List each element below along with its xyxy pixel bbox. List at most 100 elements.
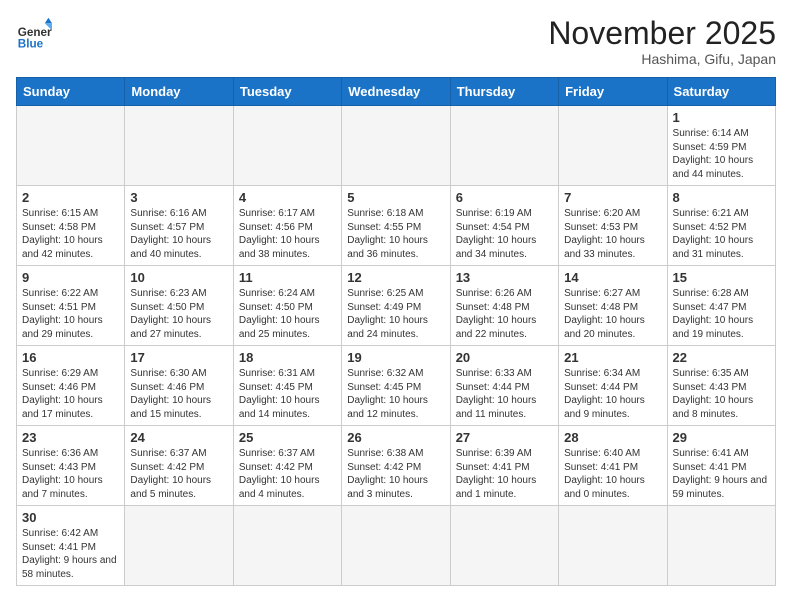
calendar-cell: 18Sunrise: 6:31 AM Sunset: 4:45 PM Dayli…	[233, 346, 341, 426]
day-number: 6	[456, 190, 553, 205]
calendar-cell	[125, 506, 233, 586]
calendar-cell: 3 Sunrise: 6:16 AM Sunset: 4:57 PM Daylig…	[125, 186, 233, 266]
calendar-cell: 30Sunrise: 6:42 AM Sunset: 4:41 PM Dayli…	[17, 506, 125, 586]
day-info: Sunrise: 6:16 AM Sunset: 4:57 PM Dayligh…	[130, 207, 227, 261]
weekday-header-wednesday: Wednesday	[342, 78, 450, 106]
header: General Blue November 2025 Hashima, Gifu…	[16, 16, 776, 67]
calendar-cell	[233, 506, 341, 586]
day-number: 3	[130, 190, 227, 205]
day-info: Sunrise: 6:20 AM Sunset: 4:53 PM Dayligh…	[564, 207, 661, 261]
day-number: 16	[22, 350, 119, 365]
calendar-week-row: 16 Sunrise: 6:29 AM Sunset: 4:46 PM Dayli…	[17, 346, 776, 426]
day-info: Sunrise: 6:42 AM Sunset: 4:41 PM Dayligh…	[22, 527, 119, 581]
calendar-cell: 11Sunrise: 6:24 AM Sunset: 4:50 PM Dayli…	[233, 266, 341, 346]
calendar-week-row: 1 Sunrise: 6:14 AM Sunset: 4:59 PM Daylig…	[17, 106, 776, 186]
calendar: SundayMondayTuesdayWednesdayThursdayFrid…	[16, 77, 776, 586]
day-info: Sunrise: 6:39 AM Sunset: 4:41 PM Dayligh…	[456, 447, 553, 501]
day-info: Sunrise: 6:14 AM Sunset: 4:59 PM Dayligh…	[673, 127, 770, 181]
day-number: 17	[130, 350, 227, 365]
weekday-header-sunday: Sunday	[17, 78, 125, 106]
day-info: Sunrise: 6:23 AM Sunset: 4:50 PM Dayligh…	[130, 287, 227, 341]
calendar-cell: 4 Sunrise: 6:17 AM Sunset: 4:56 PM Daylig…	[233, 186, 341, 266]
day-info: Sunrise: 6:40 AM Sunset: 4:41 PM Dayligh…	[564, 447, 661, 501]
calendar-cell: 5Sunrise: 6:18 AM Sunset: 4:55 PM Daylig…	[342, 186, 450, 266]
day-number: 18	[239, 350, 336, 365]
calendar-cell: 16 Sunrise: 6:29 AM Sunset: 4:46 PM Dayli…	[17, 346, 125, 426]
day-number: 28	[564, 430, 661, 445]
day-number: 26	[347, 430, 444, 445]
calendar-cell: 12Sunrise: 6:25 AM Sunset: 4:49 PM Dayli…	[342, 266, 450, 346]
calendar-cell: 15 Sunrise: 6:28 AM Sunset: 4:47 PM Dayli…	[667, 266, 775, 346]
day-info: Sunrise: 6:26 AM Sunset: 4:48 PM Dayligh…	[456, 287, 553, 341]
day-info: Sunrise: 6:19 AM Sunset: 4:54 PM Dayligh…	[456, 207, 553, 261]
day-info: Sunrise: 6:37 AM Sunset: 4:42 PM Dayligh…	[130, 447, 227, 501]
day-number: 13	[456, 270, 553, 285]
weekday-header-tuesday: Tuesday	[233, 78, 341, 106]
calendar-cell	[450, 506, 558, 586]
day-number: 2	[22, 190, 119, 205]
day-number: 25	[239, 430, 336, 445]
day-info: Sunrise: 6:28 AM Sunset: 4:47 PM Dayligh…	[673, 287, 770, 341]
svg-text:Blue: Blue	[18, 38, 44, 51]
calendar-cell: 22 Sunrise: 6:35 AM Sunset: 4:43 PM Dayli…	[667, 346, 775, 426]
calendar-cell: 9 Sunrise: 6:22 AM Sunset: 4:51 PM Daylig…	[17, 266, 125, 346]
calendar-cell: 1 Sunrise: 6:14 AM Sunset: 4:59 PM Daylig…	[667, 106, 775, 186]
weekday-header-saturday: Saturday	[667, 78, 775, 106]
calendar-cell: 23Sunrise: 6:36 AM Sunset: 4:43 PM Dayli…	[17, 426, 125, 506]
weekday-header-friday: Friday	[559, 78, 667, 106]
calendar-cell: 19 Sunrise: 6:32 AM Sunset: 4:45 PM Dayli…	[342, 346, 450, 426]
calendar-cell: 6 Sunrise: 6:19 AM Sunset: 4:54 PM Daylig…	[450, 186, 558, 266]
day-info: Sunrise: 6:32 AM Sunset: 4:45 PM Dayligh…	[347, 367, 444, 421]
calendar-cell	[233, 106, 341, 186]
day-info: Sunrise: 6:34 AM Sunset: 4:44 PM Dayligh…	[564, 367, 661, 421]
calendar-week-row: 23Sunrise: 6:36 AM Sunset: 4:43 PM Dayli…	[17, 426, 776, 506]
day-info: Sunrise: 6:29 AM Sunset: 4:46 PM Dayligh…	[22, 367, 119, 421]
calendar-cell: 8Sunrise: 6:21 AM Sunset: 4:52 PM Daylig…	[667, 186, 775, 266]
day-number: 8	[673, 190, 770, 205]
day-info: Sunrise: 6:38 AM Sunset: 4:42 PM Dayligh…	[347, 447, 444, 501]
day-info: Sunrise: 6:36 AM Sunset: 4:43 PM Dayligh…	[22, 447, 119, 501]
day-number: 9	[22, 270, 119, 285]
day-info: Sunrise: 6:22 AM Sunset: 4:51 PM Dayligh…	[22, 287, 119, 341]
weekday-header-thursday: Thursday	[450, 78, 558, 106]
day-number: 29	[673, 430, 770, 445]
day-number: 20	[456, 350, 553, 365]
day-number: 22	[673, 350, 770, 365]
calendar-cell: 2Sunrise: 6:15 AM Sunset: 4:58 PM Daylig…	[17, 186, 125, 266]
calendar-cell: 20Sunrise: 6:33 AM Sunset: 4:44 PM Dayli…	[450, 346, 558, 426]
day-info: Sunrise: 6:17 AM Sunset: 4:56 PM Dayligh…	[239, 207, 336, 261]
calendar-cell: 26 Sunrise: 6:38 AM Sunset: 4:42 PM Dayli…	[342, 426, 450, 506]
day-number: 7	[564, 190, 661, 205]
day-number: 10	[130, 270, 227, 285]
calendar-cell	[17, 106, 125, 186]
calendar-cell	[667, 506, 775, 586]
day-number: 24	[130, 430, 227, 445]
subtitle: Hashima, Gifu, Japan	[548, 51, 776, 67]
day-number: 14	[564, 270, 661, 285]
calendar-week-row: 9 Sunrise: 6:22 AM Sunset: 4:51 PM Daylig…	[17, 266, 776, 346]
weekday-header-row: SundayMondayTuesdayWednesdayThursdayFrid…	[17, 78, 776, 106]
calendar-cell: 29 Sunrise: 6:41 AM Sunset: 4:41 PM Dayli…	[667, 426, 775, 506]
day-number: 15	[673, 270, 770, 285]
calendar-cell: 28 Sunrise: 6:40 AM Sunset: 4:41 PM Dayli…	[559, 426, 667, 506]
day-number: 19	[347, 350, 444, 365]
day-number: 5	[347, 190, 444, 205]
day-number: 1	[673, 110, 770, 125]
calendar-week-row: 2Sunrise: 6:15 AM Sunset: 4:58 PM Daylig…	[17, 186, 776, 266]
day-info: Sunrise: 6:35 AM Sunset: 4:43 PM Dayligh…	[673, 367, 770, 421]
day-info: Sunrise: 6:37 AM Sunset: 4:42 PM Dayligh…	[239, 447, 336, 501]
logo-icon: General Blue	[16, 16, 52, 52]
calendar-cell: 14Sunrise: 6:27 AM Sunset: 4:48 PM Dayli…	[559, 266, 667, 346]
calendar-cell	[342, 506, 450, 586]
calendar-cell: 17Sunrise: 6:30 AM Sunset: 4:46 PM Dayli…	[125, 346, 233, 426]
calendar-cell	[125, 106, 233, 186]
calendar-cell: 27Sunrise: 6:39 AM Sunset: 4:41 PM Dayli…	[450, 426, 558, 506]
day-number: 21	[564, 350, 661, 365]
calendar-cell: 24 Sunrise: 6:37 AM Sunset: 4:42 PM Dayli…	[125, 426, 233, 506]
calendar-cell	[559, 106, 667, 186]
day-number: 12	[347, 270, 444, 285]
day-number: 4	[239, 190, 336, 205]
day-info: Sunrise: 6:41 AM Sunset: 4:41 PM Dayligh…	[673, 447, 770, 501]
title-area: November 2025 Hashima, Gifu, Japan	[548, 16, 776, 67]
weekday-header-monday: Monday	[125, 78, 233, 106]
